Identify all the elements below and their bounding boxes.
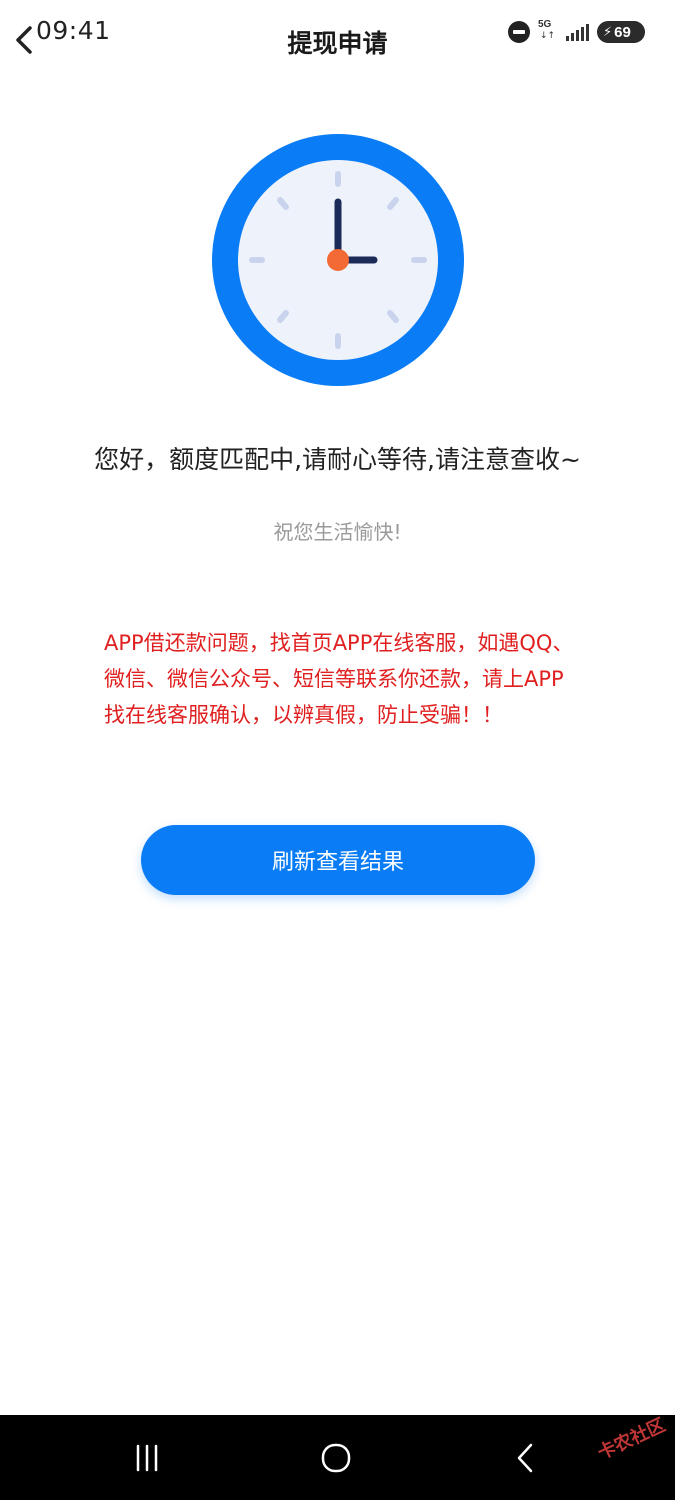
greeting-text: 祝您生活愉快! <box>273 520 402 544</box>
back-icon[interactable] <box>500 1433 550 1483</box>
watermark-logo: 卡农社区 <box>594 1414 669 1465</box>
data-arrows-icon: ↓↑ <box>540 31 556 41</box>
battery-icon: ⚡ 69 <box>597 21 645 43</box>
clock-icon <box>210 132 466 388</box>
network-icon: 5G ↓↑ <box>538 19 558 45</box>
signal-icon <box>566 23 589 41</box>
battery-level: 69 <box>614 23 631 41</box>
fraud-warning: APP借还款问题，找首页APP在线客服，如遇QQ、微信、微信公众号、短信等联系你… <box>104 631 574 727</box>
network-label: 5G <box>538 19 552 30</box>
do-not-disturb-icon <box>508 21 530 43</box>
status-bar: 09:41 提现申请 5G ↓↑ ⚡ 69 <box>0 0 675 80</box>
system-nav-bar: 卡农社区 <box>0 1415 675 1500</box>
charging-bolt-icon: ⚡ <box>603 24 613 40</box>
recent-apps-icon[interactable] <box>122 1433 172 1483</box>
home-icon[interactable] <box>311 1433 361 1483</box>
status-icons: 5G ↓↑ ⚡ 69 <box>508 18 645 46</box>
refresh-result-button[interactable]: 刷新查看结果 <box>141 825 535 895</box>
status-message: 您好，额度匹配中,请耐心等待,请注意查收~ <box>94 445 581 474</box>
